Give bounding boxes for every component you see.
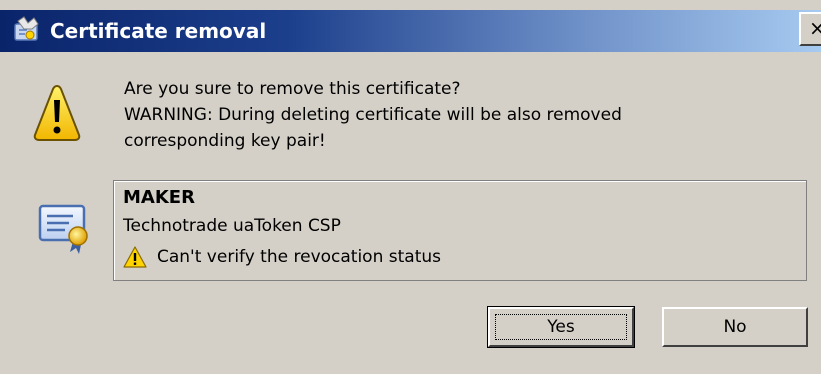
close-button[interactable]: × bbox=[799, 12, 821, 46]
message-question: Are you sure to remove this certificate? bbox=[124, 79, 461, 99]
no-button-label: No bbox=[723, 317, 747, 337]
close-icon: × bbox=[809, 16, 821, 40]
certificate-removal-dialog: Certificate removal × Are you sure to re… bbox=[0, 0, 821, 374]
certificate-name: MAKER bbox=[123, 187, 195, 208]
warning-icon bbox=[123, 246, 147, 268]
warning-icon bbox=[32, 82, 82, 146]
title-bar[interactable]: Certificate removal × bbox=[0, 10, 821, 52]
message-warning: WARNING: During deleting certificate wil… bbox=[124, 105, 622, 125]
focus-rectangle bbox=[495, 314, 627, 340]
certificate-icon bbox=[36, 200, 96, 256]
certificate-tool-icon bbox=[12, 15, 42, 45]
no-button[interactable]: No bbox=[662, 307, 808, 347]
message-warning-continued: corresponding key pair! bbox=[124, 131, 326, 151]
yes-button[interactable]: Yes bbox=[487, 306, 635, 348]
confirmation-message: Are you sure to remove this certificate?… bbox=[124, 76, 622, 154]
certificate-provider: Technotrade uaToken CSP bbox=[123, 216, 341, 236]
revocation-status-text: Can't verify the revocation status bbox=[157, 247, 441, 267]
certificate-info-box: MAKER Technotrade uaToken CSP Can't veri… bbox=[113, 180, 807, 281]
window-title: Certificate removal bbox=[50, 19, 267, 43]
